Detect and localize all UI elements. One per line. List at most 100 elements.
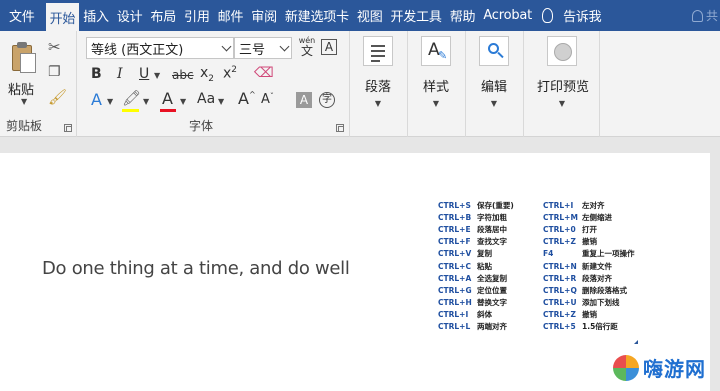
watermark: 嗨游网	[613, 353, 706, 382]
shortcut-row: CTRL+C 粘贴	[438, 260, 514, 272]
shortcut-desc: 全选复制	[477, 273, 507, 283]
styles-button[interactable]: A ✎ 样式 ▼	[413, 36, 459, 108]
paragraph-icon	[363, 36, 393, 66]
change-case-button[interactable]: Aa	[197, 92, 215, 106]
font-size-value: 三号	[239, 42, 266, 58]
shortcut-row: CTRL+Z 撤销	[543, 309, 635, 321]
watermark-text: 嗨游网	[643, 357, 706, 381]
shortcut-desc: 撤销	[582, 237, 597, 247]
editing-group: 编辑 ▼	[466, 31, 524, 137]
tab-acrobat[interactable]: Acrobat	[479, 0, 536, 31]
tab-view[interactable]: 视图	[353, 0, 387, 31]
tab-mailings[interactable]: 邮件	[214, 0, 248, 31]
shortcut-row: CTRL+Q 删除段落格式	[543, 284, 635, 296]
editing-button[interactable]: 编辑 ▼	[471, 36, 517, 108]
bold-button[interactable]: B	[91, 67, 102, 81]
format-painter-icon[interactable]: 🖌	[48, 90, 67, 105]
font-name-value: 等线 (西文正文)	[91, 42, 184, 58]
tab-layout[interactable]: 布局	[146, 0, 180, 31]
shortcut-list-right: CTRL+I 左对齐 CTRL+M 左侧缩进 CTRL+0 打开 CTRL+Z 撤销 F…	[543, 199, 635, 333]
document-page[interactable]: Do one thing at a time, and do well CTRL…	[0, 153, 710, 391]
superscript-button[interactable]: x2	[223, 66, 237, 81]
italic-button[interactable]: I	[117, 67, 123, 81]
tab-developer[interactable]: 开发工具	[387, 0, 446, 31]
change-case-dropdown-icon[interactable]: ▼	[218, 97, 224, 106]
shortcut-key: CTRL+Z	[543, 237, 576, 247]
clipboard-group: 粘贴 ▼ ✂ ❐ 🖌 剪贴板	[0, 31, 77, 137]
highlight-dropdown-icon[interactable]: ▼	[143, 97, 149, 106]
font-dialog-launcher-icon[interactable]	[336, 124, 344, 132]
shortcut-row: F4 重复上一项操作	[543, 248, 635, 260]
underline-button[interactable]: U	[139, 67, 149, 81]
shortcut-row: CTRL+H 替换文字	[438, 297, 514, 309]
search-icon	[479, 36, 509, 66]
character-border-button[interactable]: A	[321, 39, 337, 55]
shortcut-desc: 1.5倍行距	[582, 322, 618, 332]
shortcut-desc: 复制	[477, 249, 492, 259]
styles-icon: A ✎	[421, 36, 451, 66]
enclose-characters-button[interactable]: 字	[319, 92, 335, 108]
character-shading-button[interactable]: A	[296, 92, 312, 108]
paste-dropdown-icon[interactable]: ▼	[21, 97, 27, 106]
ribbon-tab-bar: 文件 开始 插入 设计 布局 引用 邮件 审阅 新建选项卡 视图 开发工具 帮助…	[0, 0, 720, 31]
paragraph-button[interactable]: 段落 ▼	[355, 36, 401, 108]
paste-icon[interactable]	[10, 41, 38, 77]
phonetic-guide-button[interactable]: wén 文	[298, 37, 316, 58]
ribbon-home: 粘贴 ▼ ✂ ❐ 🖌 剪贴板 等线 (西文正文) 三号 wén 文 A B I …	[0, 31, 720, 137]
grow-font-button[interactable]: A^	[238, 91, 256, 107]
chevron-down-icon[interactable]	[221, 41, 232, 52]
font-color-dropdown-icon[interactable]: ▼	[180, 97, 186, 106]
shortcut-row: CTRL+5 1.5倍行距	[543, 321, 635, 333]
shortcut-key: CTRL+I	[438, 310, 469, 320]
chevron-down-icon[interactable]	[279, 41, 290, 52]
tell-me-box[interactable]: 告诉我	[563, 0, 605, 31]
editing-label: 编辑	[480, 80, 507, 95]
cut-icon[interactable]: ✂	[48, 40, 61, 55]
text-effects-dropdown-icon[interactable]: ▼	[107, 97, 113, 106]
copy-icon[interactable]: ❐	[48, 65, 61, 79]
shrink-font-button[interactable]: Aˇ	[261, 93, 274, 107]
text-effects-button[interactable]: A	[91, 92, 102, 108]
shortcut-desc: 替换文字	[477, 298, 507, 308]
shortcut-desc: 左对齐	[582, 200, 605, 210]
tab-help[interactable]: 帮助	[446, 0, 480, 31]
paste-button-label[interactable]: 粘贴	[8, 79, 34, 98]
shortcut-key: CTRL+G	[438, 285, 472, 295]
grow-font-label: A	[238, 89, 249, 108]
share-button[interactable]: 共	[691, 0, 720, 31]
tab-new-tab[interactable]: 新建选项卡	[281, 0, 353, 31]
paragraph-label: 段落	[364, 80, 391, 95]
phonetic-guide-char: 文	[300, 44, 313, 58]
print-preview-button[interactable]: 打印预览 ▼	[537, 36, 589, 108]
shortcut-desc: 打开	[582, 224, 597, 234]
clipboard-dialog-launcher-icon[interactable]	[64, 124, 72, 132]
tab-home[interactable]: 开始	[45, 3, 80, 31]
shortcut-row: CTRL+Z 撤销	[543, 236, 635, 248]
paragraph-group: 段落 ▼	[350, 31, 408, 137]
editing-dropdown-icon: ▼	[490, 99, 498, 108]
clear-formatting-icon[interactable]: ⌫	[254, 66, 274, 80]
strikethrough-button[interactable]: abc	[172, 69, 194, 81]
shortcut-key: CTRL+E	[438, 224, 471, 234]
clipboard-group-label: 剪贴板	[6, 119, 43, 133]
shortcut-desc: 定位位置	[477, 285, 507, 295]
print-preview-dropdown-icon: ▼	[558, 99, 566, 108]
tab-design[interactable]: 设计	[113, 0, 147, 31]
highlight-icon[interactable]: 🖍	[122, 91, 141, 106]
shortcut-row: CTRL+G 定位位置	[438, 284, 514, 296]
shortcut-key: CTRL+N	[543, 261, 577, 271]
tab-insert[interactable]: 插入	[79, 0, 113, 31]
font-size-combobox[interactable]: 三号	[234, 37, 292, 59]
shortcut-row: CTRL+0 打开	[543, 223, 635, 235]
font-name-combobox[interactable]: 等线 (西文正文)	[86, 37, 234, 59]
font-color-bar	[160, 109, 176, 112]
tab-review[interactable]: 审阅	[247, 0, 281, 31]
tab-file[interactable]: 文件	[0, 0, 46, 31]
font-color-button[interactable]: A	[162, 91, 173, 107]
tab-references[interactable]: 引用	[180, 0, 214, 31]
styles-label: 样式	[422, 80, 449, 95]
shortcut-desc: 字符加粗	[477, 212, 507, 222]
shortcut-key: CTRL+V	[438, 249, 472, 259]
underline-dropdown-icon[interactable]: ▼	[154, 71, 160, 80]
subscript-button[interactable]: x2	[200, 66, 214, 84]
